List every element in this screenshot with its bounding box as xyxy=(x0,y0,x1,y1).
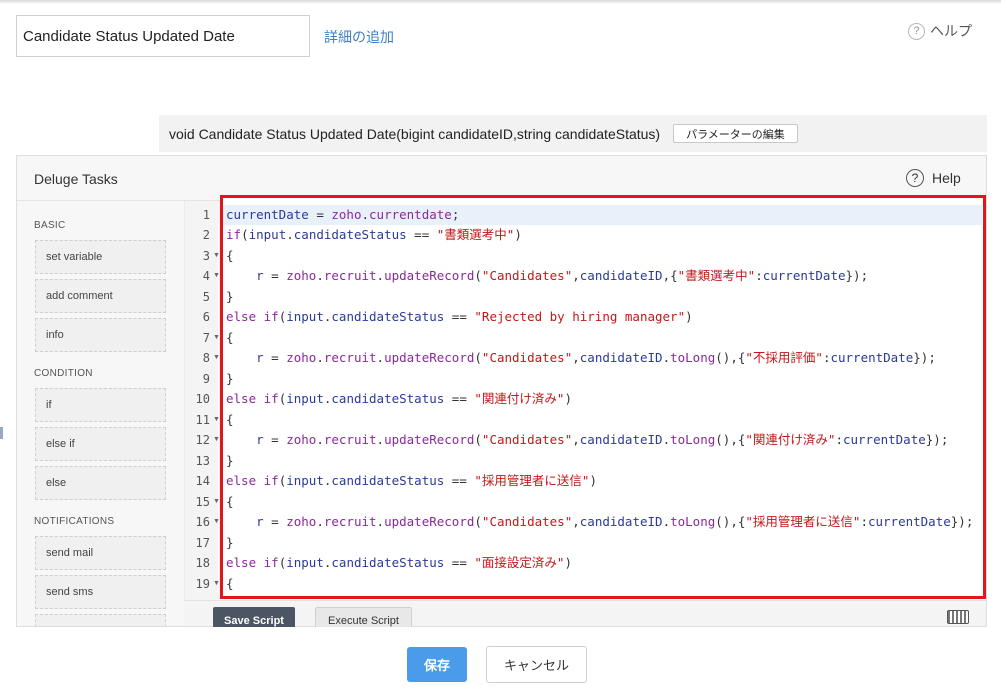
task-send-sms[interactable]: send sms xyxy=(35,575,166,609)
line-number: 17 xyxy=(195,536,210,550)
code-line: } xyxy=(226,535,234,550)
code-line: else if(input.candidateStatus == "Reject… xyxy=(226,309,693,324)
line-number: 6 xyxy=(202,310,210,324)
function-name-input[interactable] xyxy=(16,15,310,57)
line-number: 13 xyxy=(195,454,210,468)
line-number: 2 xyxy=(202,228,210,242)
line-number: 1 xyxy=(202,208,210,222)
line-number: 7 xyxy=(202,331,210,345)
line-number: 3 xyxy=(202,249,210,263)
code-line: r = zoho.recruit.updateRecord("Candidate… xyxy=(256,432,949,447)
line-number: 16 xyxy=(195,515,210,529)
edge-marker xyxy=(0,427,3,439)
line-number: 5 xyxy=(202,290,210,304)
deluge-script-editor-page: 詳細の追加 ? ヘルプ void Candidate Status Update… xyxy=(0,0,1001,695)
code-line: } xyxy=(226,453,234,468)
keyboard-icon[interactable] xyxy=(947,610,969,624)
code-line: { xyxy=(226,412,234,427)
function-signature-bar: void Candidate Status Updated Date(bigin… xyxy=(159,115,987,152)
task-next[interactable] xyxy=(35,614,166,626)
line-number: 4 xyxy=(202,269,210,283)
help-link[interactable]: ? ヘルプ xyxy=(908,21,972,41)
help-label: ヘルプ xyxy=(930,23,972,39)
code-line: } xyxy=(226,371,234,386)
code-line: { xyxy=(226,330,234,345)
help-circle-icon: ? xyxy=(906,169,924,187)
deluge-tasks-title: Deluge Tasks xyxy=(34,171,118,187)
code-line: r = zoho.recruit.updateRecord("Candidate… xyxy=(256,268,869,283)
cancel-button[interactable]: キャンセル xyxy=(486,646,587,683)
panel-help-label: Help xyxy=(932,170,961,186)
code-line: else if(input.candidateStatus == "面接設定済み… xyxy=(226,555,572,570)
code-editor[interactable]: currentDate = zoho.currentdate; if(input… xyxy=(220,203,982,597)
code-line: } xyxy=(226,289,234,304)
line-number: 18 xyxy=(195,556,210,570)
task-add-comment[interactable]: add comment xyxy=(35,279,166,313)
code-line: { xyxy=(226,494,234,509)
code-line: else if(input.candidateStatus == "採用管理者に… xyxy=(226,473,597,488)
edit-parameters-button[interactable]: パラメーターの編集 xyxy=(673,124,798,143)
task-info[interactable]: info xyxy=(35,318,166,352)
line-number: 9 xyxy=(202,372,210,386)
line-number: 14 xyxy=(195,474,210,488)
line-number: 19 xyxy=(195,577,210,591)
task-send-mail[interactable]: send mail xyxy=(35,536,166,570)
section-condition: CONDITION xyxy=(34,368,93,379)
deluge-tasks-sidebar: BASIC set variable add comment info COND… xyxy=(17,201,185,626)
panel-header: Deluge Tasks ? Help xyxy=(17,156,986,201)
task-else-if[interactable]: else if xyxy=(35,427,166,461)
line-number: 10 xyxy=(195,392,210,406)
editor-footer xyxy=(184,600,986,626)
code-line: r = zoho.recruit.updateRecord("Candidate… xyxy=(256,514,974,529)
code-line: else if(input.candidateStatus == "関連付け済み… xyxy=(226,391,572,406)
code-line: r = zoho.recruit.updateRecord("Candidate… xyxy=(256,350,936,365)
task-set-variable[interactable]: set variable xyxy=(35,240,166,274)
panel-help-link[interactable]: ? Help xyxy=(906,169,961,187)
code-line: if(input.candidateStatus == "書類選考中") xyxy=(226,227,522,242)
function-signature: void Candidate Status Updated Date(bigin… xyxy=(169,125,661,142)
line-number: 12 xyxy=(195,433,210,447)
line-number: 11 xyxy=(195,413,210,427)
code-line: { xyxy=(226,576,234,591)
task-if[interactable]: if xyxy=(35,388,166,422)
top-shadow xyxy=(0,0,1001,4)
add-details-link[interactable]: 詳細の追加 xyxy=(324,27,394,47)
help-circle-icon: ? xyxy=(908,22,925,40)
save-button[interactable]: 保存 xyxy=(407,647,467,682)
code-line: currentDate = zoho.currentdate; xyxy=(220,205,982,225)
section-basic: BASIC xyxy=(34,220,66,231)
section-notifications: NOTIFICATIONS xyxy=(34,516,115,527)
task-else[interactable]: else xyxy=(35,466,166,500)
line-number: 15 xyxy=(195,495,210,509)
code-line: { xyxy=(226,248,234,263)
line-number: 8 xyxy=(202,351,210,365)
